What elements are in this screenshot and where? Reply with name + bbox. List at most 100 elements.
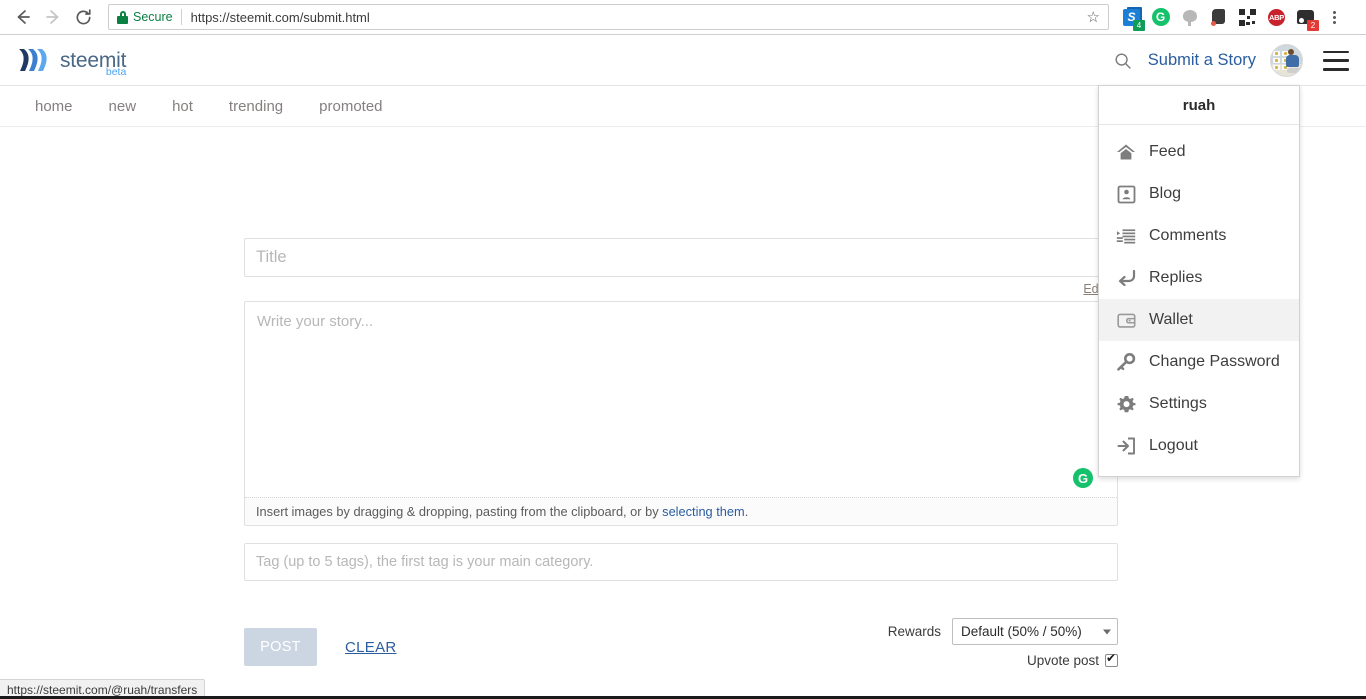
arrow-right-icon [46, 10, 59, 24]
dropdown-item-label: Logout [1149, 437, 1198, 454]
dropdown-item-label: Blog [1149, 185, 1182, 202]
submit-a-story-link[interactable]: Submit a Story [1148, 51, 1256, 70]
dropdown-item-change-password[interactable]: Change Password [1099, 341, 1299, 383]
dropdown-item-wallet[interactable]: Wallet [1099, 299, 1299, 341]
balloon-extension-button[interactable] [1175, 3, 1204, 32]
dropdown-item-blog[interactable]: Blog [1099, 173, 1299, 215]
home-icon [1114, 141, 1138, 163]
reply-arrow-icon [1114, 267, 1138, 289]
forward-button [38, 2, 68, 32]
hamburger-menu-icon[interactable] [1323, 50, 1349, 71]
grammarly-badge-icon[interactable]: G [1073, 468, 1093, 488]
evernote-extension-icon [1210, 8, 1227, 26]
dropdown-item-replies[interactable]: Replies [1099, 257, 1299, 299]
upvote-row: Upvote post [1026, 652, 1118, 668]
steem-extension-badge: 4 [1133, 19, 1145, 31]
dropdown-item-feed[interactable]: Feed [1099, 131, 1299, 173]
star-icon[interactable]: ☆ [1087, 10, 1100, 25]
nav-item-promoted[interactable]: promoted [301, 98, 400, 115]
nav-item-hot[interactable]: hot [154, 98, 211, 115]
browser-toolbar: Secure https://steemit.com/submit.html ☆… [0, 0, 1366, 35]
adblock-plus-extension-icon: ABP [1268, 8, 1285, 26]
back-button[interactable] [8, 2, 38, 32]
rewards-row: Rewards Default (50% / 50%) [888, 618, 1118, 645]
logout-icon [1114, 435, 1138, 457]
arrow-left-icon [17, 10, 30, 24]
title-placeholder: Title [256, 248, 287, 266]
qr-code-extension-button[interactable] [1233, 3, 1262, 32]
dropdown-username: ruah [1099, 86, 1299, 125]
dropdown-item-settings[interactable]: Settings [1099, 383, 1299, 425]
reload-icon [75, 8, 91, 25]
brand-logo[interactable]: steemit beta [16, 45, 126, 77]
dropzone-hint: Insert images by dragging & dropping, pa… [245, 497, 1117, 525]
editor-toggle-row: Editor [244, 277, 1118, 301]
security-label: Secure [133, 10, 173, 24]
reload-button[interactable] [68, 2, 98, 32]
browser-menu-button[interactable] [1320, 3, 1348, 32]
id-card-icon [1114, 183, 1138, 205]
rewards-label: Rewards [887, 624, 941, 639]
dark-extension-badge: 2 [1307, 19, 1319, 31]
dropdown-item-label: Wallet [1149, 311, 1193, 328]
list-icon [1114, 225, 1138, 247]
extensions-tray: S 4 G ABP 2 [1117, 3, 1348, 32]
dropzone-hint-period: . [744, 504, 749, 519]
balloon-extension-icon [1182, 9, 1198, 26]
gear-icon [1114, 393, 1138, 415]
page-content: steemit beta Submit a Story home new hot… [0, 35, 1366, 699]
dropdown-item-label: Change Password [1149, 353, 1280, 370]
search-button[interactable] [1106, 44, 1140, 78]
grammarly-extension-icon: G [1151, 8, 1170, 26]
lock-icon [117, 10, 128, 24]
search-icon [1115, 52, 1131, 69]
post-button[interactable]: POST [244, 628, 317, 666]
dropzone-hint-text: Insert images by dragging & dropping, pa… [256, 504, 663, 519]
three-dots-icon [1332, 10, 1336, 14]
dropdown-item-label: Feed [1149, 143, 1186, 160]
address-bar-url: https://steemit.com/submit.html [190, 9, 370, 25]
evernote-extension-button[interactable] [1204, 3, 1233, 32]
nav-item-new[interactable]: new [91, 98, 155, 115]
omnibox-divider [180, 9, 182, 25]
dropdown-item-label: Settings [1149, 395, 1207, 412]
dropdown-item-logout[interactable]: Logout [1099, 425, 1299, 467]
site-header: steemit beta Submit a Story [0, 35, 1366, 86]
qr-code-extension-icon [1239, 8, 1256, 26]
editor-column: Title Editor Write your story... G Inser… [244, 238, 1118, 669]
rewards-select[interactable]: Default (50% / 50%) [952, 618, 1118, 645]
key-icon [1114, 351, 1138, 373]
brand-text: steemit beta [60, 50, 126, 77]
story-placeholder: Write your story... [257, 313, 374, 330]
dropdown-item-list: Feed Blog Comments Replies Wallet Change… [1099, 125, 1299, 476]
brand-beta-label: beta [105, 65, 127, 78]
wallet-icon [1114, 309, 1138, 331]
rewards-zone: Rewards Default (50% / 50%) Upvote post [888, 618, 1118, 668]
nav-item-home[interactable]: home [17, 98, 91, 115]
upvote-checkbox[interactable] [1105, 652, 1118, 667]
tag-input[interactable]: Tag (up to 5 tags), the first tag is you… [244, 543, 1118, 581]
dark-extension-button[interactable]: 2 [1291, 3, 1320, 32]
clear-button[interactable]: CLEAR [345, 639, 397, 656]
story-textarea[interactable]: Write your story... [245, 302, 1117, 497]
chevron-down-icon [1103, 629, 1111, 634]
user-dropdown-menu: ruah Feed Blog Comments Replies Wallet C… [1098, 85, 1300, 477]
steemit-logo-icon [19, 49, 47, 71]
form-actions: POST CLEAR Rewards Default (50% / 50%) U… [244, 618, 1118, 669]
avatar[interactable] [1270, 44, 1303, 77]
status-bar-url: https://steemit.com/@ruah/transfers [7, 682, 198, 697]
address-bar[interactable]: Secure https://steemit.com/submit.html ☆ [108, 4, 1109, 30]
steem-extension-button[interactable]: S 4 [1117, 3, 1146, 32]
dropdown-item-label: Replies [1149, 269, 1203, 286]
story-box: Write your story... G Insert images by d… [244, 301, 1118, 526]
header-right-group: Submit a Story [1106, 35, 1349, 86]
tag-placeholder: Tag (up to 5 tags), the first tag is you… [256, 554, 594, 570]
dropdown-item-comments[interactable]: Comments [1099, 215, 1299, 257]
grammarly-extension-button[interactable]: G [1146, 3, 1175, 32]
rewards-selected-value: Default (50% / 50%) [961, 624, 1082, 639]
select-images-link[interactable]: selecting them [662, 504, 745, 519]
adblock-plus-extension-button[interactable]: ABP [1262, 3, 1291, 32]
upvote-label: Upvote post [1026, 653, 1099, 668]
title-input[interactable]: Title [244, 238, 1118, 277]
nav-item-trending[interactable]: trending [211, 98, 301, 115]
